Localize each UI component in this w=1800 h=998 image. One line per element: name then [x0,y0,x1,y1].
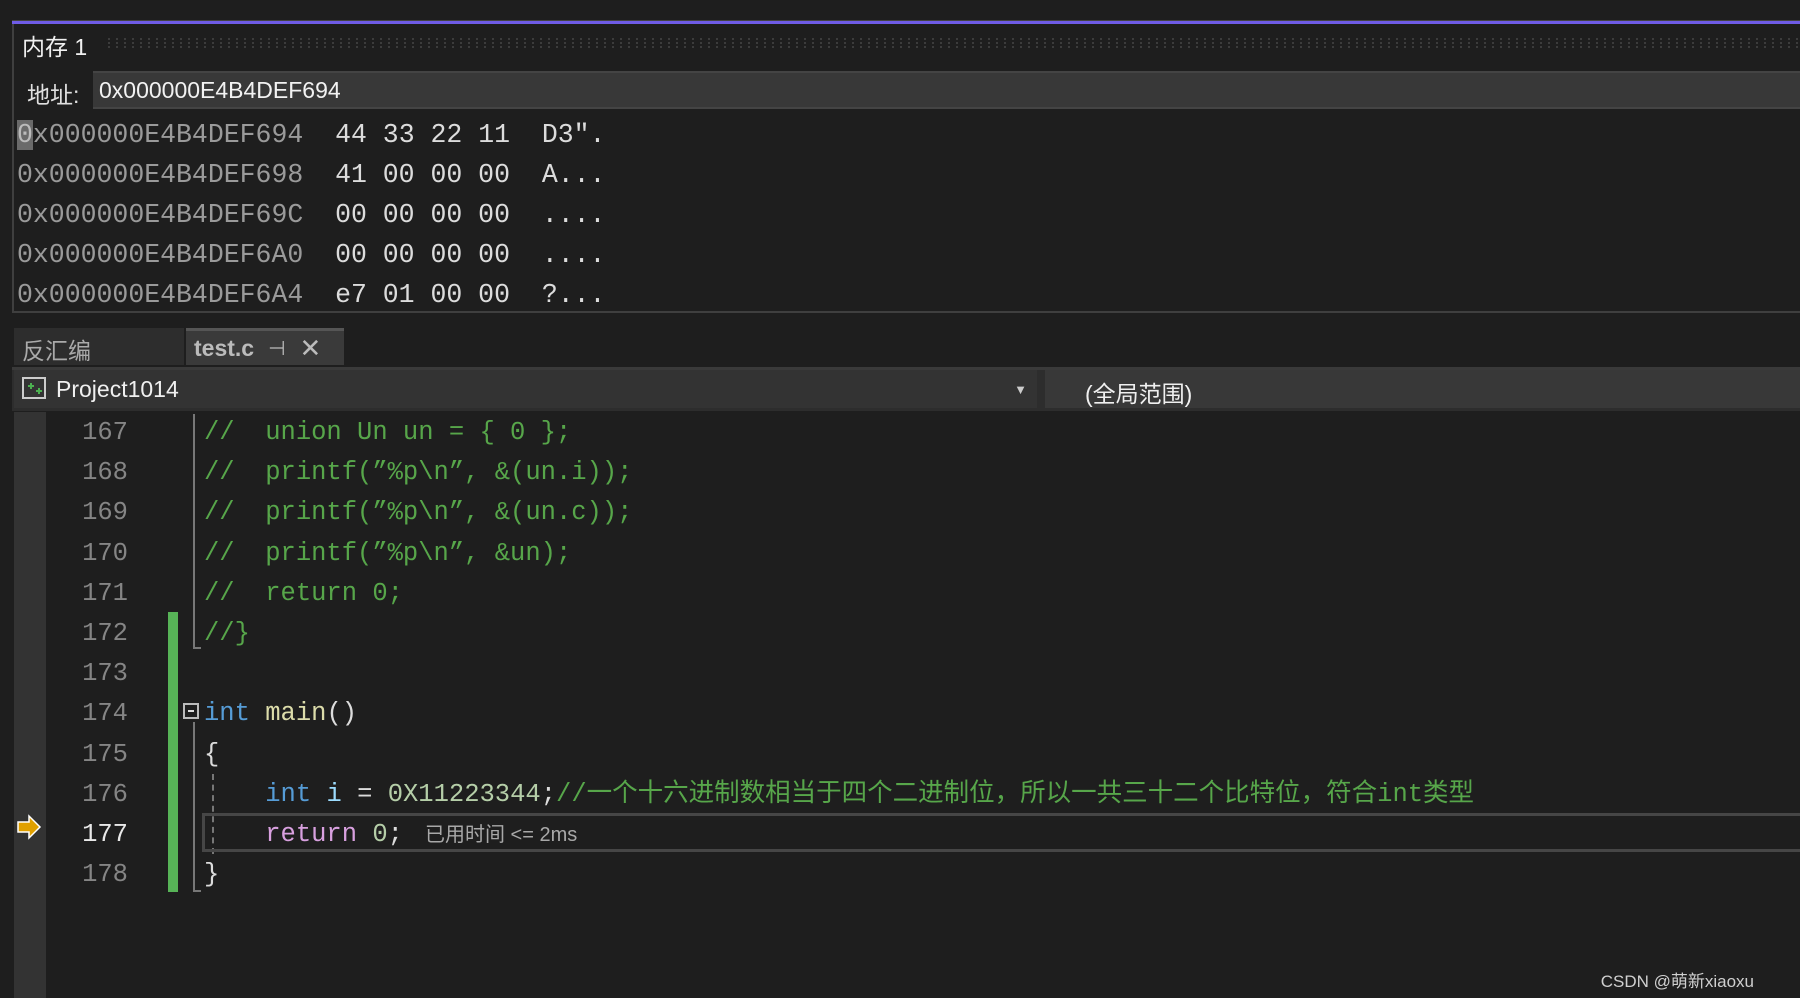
memory-bytes[interactable]: 44 33 22 11 [335,120,510,150]
code-line[interactable]: // printf(”%p\n”, &un); [204,534,571,574]
code-token: 0X11223344 [387,779,541,809]
instruction-pointer-arrow-icon[interactable] [16,814,42,845]
address-label: 地址: [27,82,80,108]
code-token: = [341,779,388,809]
memory-ascii: D3″. [541,120,606,150]
code-token: // printf(”%p\n”, &(un.i)); [204,458,633,488]
line-number: 167 [82,418,128,447]
memory-address: 0x000000E4B4DEF6A0 [17,240,304,270]
code-token: // printf(”%p\n”, &un); [204,538,572,568]
code-token: // union Un un = { 0 }; [204,418,572,447]
project-icon [22,377,46,399]
code-token: //} [204,619,250,648]
code-token: return [265,820,358,849]
line-number: 173 [82,659,128,689]
line-number: 171 [82,578,128,608]
memory-bytes[interactable]: 00 00 00 00 [335,200,510,230]
code-token: int [265,779,312,809]
memory-ascii: .... [541,240,606,270]
code-token: i [326,779,342,809]
line-number: 174 [82,699,128,729]
elapsed-time-hint: 已用时间 <= 2ms [424,824,578,846]
line-number: 176 [82,779,128,809]
code-token: () [326,699,358,729]
line-number: 170 [82,538,128,568]
memory-cursor: 0 [17,120,33,150]
indicator-margin[interactable] [14,412,46,998]
code-token: ; [540,779,557,809]
code-line[interactable]: //} [204,614,250,654]
tab-label: 反汇编 [22,338,91,364]
memory-address: 0x000000E4B4DEF698 [17,160,304,190]
memory-bytes[interactable]: 00 00 00 00 [335,240,510,270]
outline-guide [193,722,201,892]
code-line[interactable]: int main() [204,694,357,734]
code-token: ; [387,820,403,849]
memory-row[interactable]: 0x000000E4B4DEF69C 00 00 00 00 .... [17,197,605,233]
memory-row[interactable]: 0x000000E4B4DEF698 41 00 00 00 A... [17,157,605,193]
code-line[interactable]: int i = 0X11223344;//一个十六进制数相当于四个二进制位，所以… [204,775,1474,815]
code-line[interactable]: return 0; 已用时间 <= 2ms [204,815,577,855]
memory-address: 0x000000E4B4DEF69C [17,200,304,230]
tab-test-c[interactable]: test.c ⊣ ✕ [186,328,344,365]
memory-window-title: 内存 1 [22,34,88,60]
memory-row[interactable]: 0x000000E4B4DEF6A4 e7 01 00 00 ?... [17,277,605,313]
address-input[interactable]: 0x000000E4B4DEF694 [93,71,1800,109]
line-number: 177 [82,820,128,849]
memory-ascii: .... [541,200,606,230]
code-line[interactable]: // printf(”%p\n”, &(un.i)); [204,453,632,493]
memory-ascii: A... [541,160,606,190]
code-token: main [265,699,327,729]
drag-grip[interactable] [105,37,1800,49]
line-number: 168 [82,458,128,488]
chevron-down-icon[interactable]: ▼ [1014,382,1027,397]
memory-row[interactable]: 0x000000E4B4DEF6A0 00 00 00 00 .... [17,237,605,273]
pin-icon[interactable]: ⊣ [268,336,285,361]
project-name: Project1014 [56,375,179,402]
code-line[interactable]: // union Un un = { 0 }; [204,413,571,453]
collapse-icon[interactable] [183,703,199,719]
line-number: 175 [82,739,128,769]
code-line[interactable]: // printf(”%p\n”, &(un.c)); [204,493,632,533]
code-token: // printf(”%p\n”, &(un.c)); [204,498,633,528]
tab-disassembly[interactable]: 反汇编 [14,328,184,365]
outline-guide [193,414,201,649]
code-line[interactable]: // return 0; [204,574,403,614]
code-token: int [204,699,250,729]
code-token: { [204,739,220,769]
changed-lines-bar [168,612,178,892]
memory-address: 0x000000E4B4DEF6A4 [17,280,304,310]
code-token: //一个十六进制数相当于四个二进制位，所以一共三十二个比特位，符合int类型 [556,779,1475,809]
tab-label: test.c [194,334,255,361]
memory-bytes[interactable]: e7 01 00 00 [335,280,510,310]
scope-dropdown[interactable]: (全局范围) [1045,370,1800,408]
code-token: 0 [372,820,388,849]
project-dropdown[interactable]: Project1014 ▼ [14,370,1037,408]
memory-row[interactable]: 0x000000E4B4DEF694 44 33 22 11 D3″. [17,117,605,153]
line-number: 172 [82,619,128,648]
code-line[interactable]: } [204,855,219,895]
memory-ascii: ?... [541,280,606,310]
code-token: } [204,860,220,890]
watermark: CSDN @萌新xiaoxu [1600,972,1754,991]
memory-bytes[interactable]: 41 00 00 00 [335,160,510,190]
code-token: // return 0; [204,578,403,608]
close-icon[interactable]: ✕ [300,333,322,364]
line-number: 178 [82,860,128,890]
memory-address: 0x000000E4B4DEF694 [17,120,304,150]
line-number: 169 [82,498,128,528]
code-line[interactable]: { [204,735,219,775]
